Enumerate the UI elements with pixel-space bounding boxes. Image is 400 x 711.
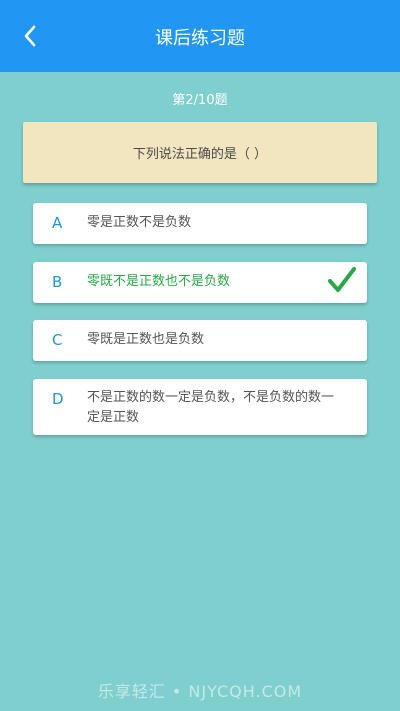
option-text: 零既是正数也是负数 (87, 332, 205, 347)
option-text: 零是正数不是负数 (87, 215, 192, 230)
page-title: 课后练习题 (155, 28, 245, 49)
option-letter: B (52, 273, 63, 291)
watermark: 乐享轻汇 • NJYCQH.COM (97, 682, 303, 701)
app-header: 课后练习题 (0, 0, 400, 72)
option-b[interactable]: B 零既不是正数也不是负数 (33, 262, 367, 303)
check-icon (328, 267, 356, 292)
option-text: 零既不是正数也不是负数 (87, 274, 231, 289)
option-letter: C (52, 331, 63, 349)
question-card: 下列说法正确的是（ ） (23, 122, 377, 183)
option-c[interactable]: C 零既是正数也是负数 (33, 320, 367, 361)
option-a[interactable]: A 零是正数不是负数 (33, 203, 367, 244)
option-text: 不是正数的数一定是负数，不是负数的数一定是正数 (87, 390, 335, 425)
option-letter: A (52, 214, 63, 232)
question-text: 下列说法正确的是（ ） (132, 147, 268, 162)
question-progress: 第2/10题 (172, 93, 228, 108)
option-d[interactable]: D 不是正数的数一定是负数，不是负数的数一定是正数 (33, 379, 367, 435)
option-letter: D (52, 390, 64, 408)
